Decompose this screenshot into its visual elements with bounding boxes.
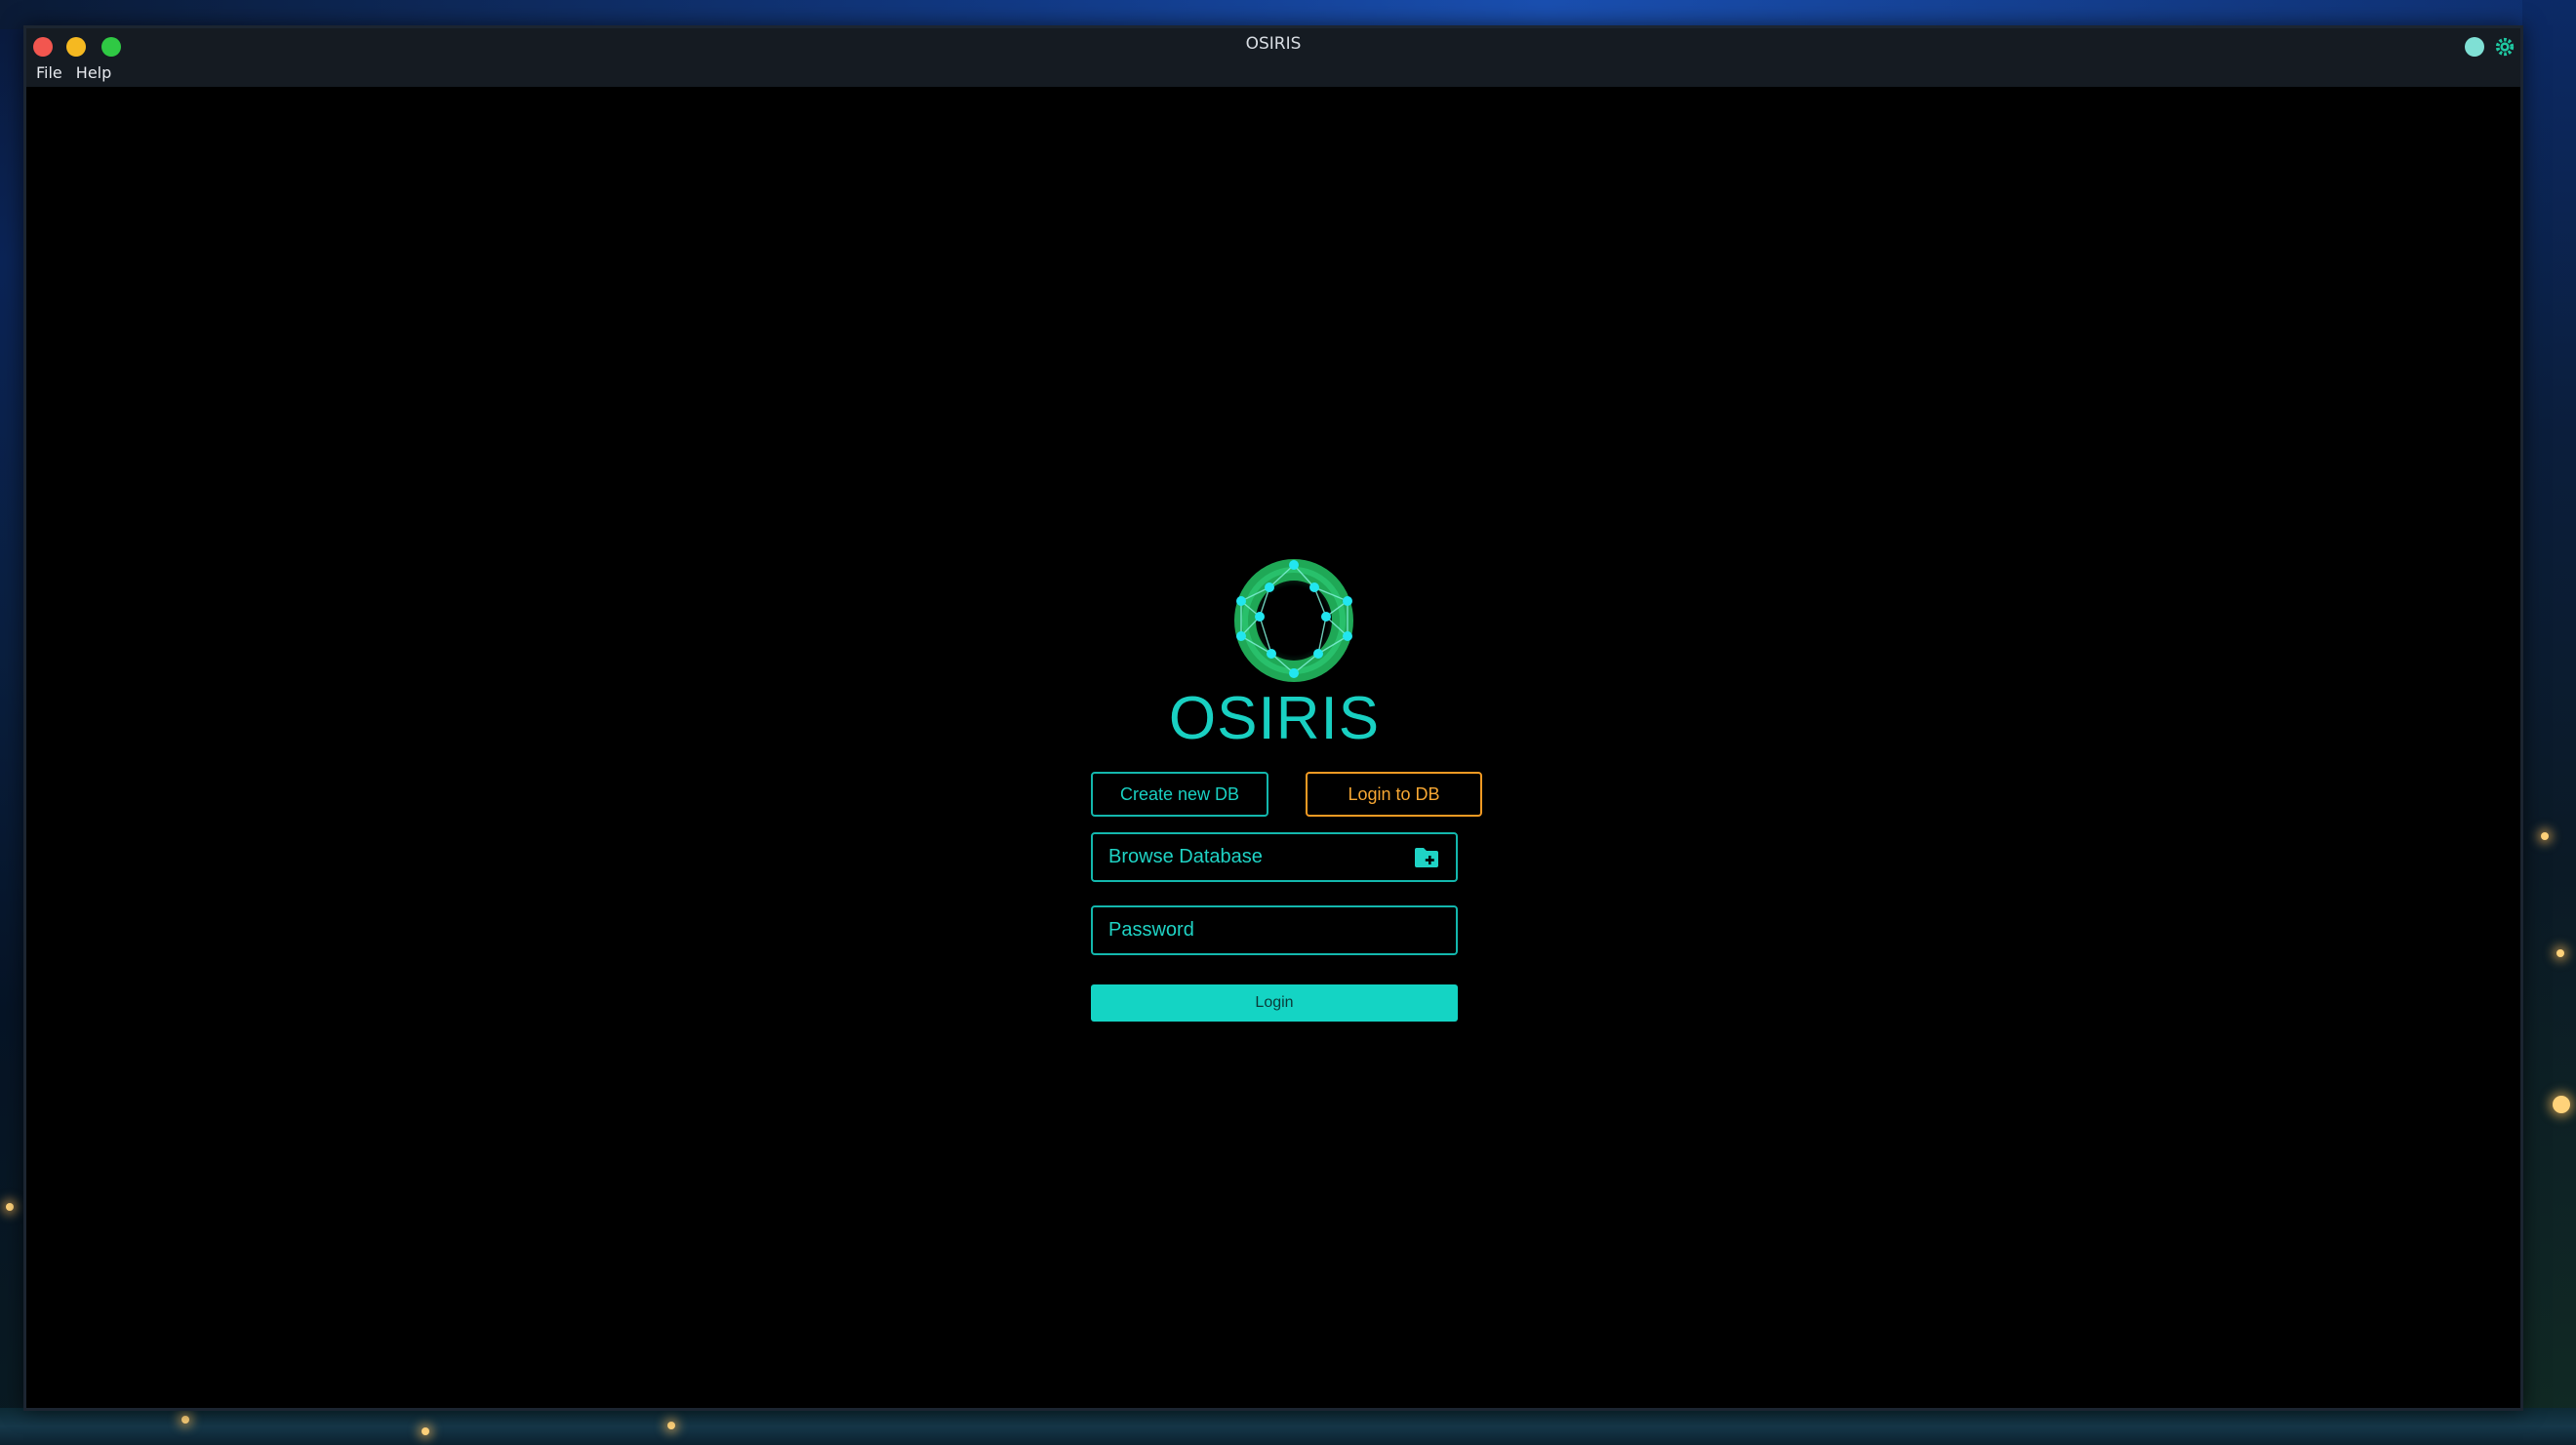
menu-file[interactable]: File <box>36 63 62 82</box>
create-new-db-button[interactable]: Create new DB <box>1091 772 1268 817</box>
folder-plus-icon[interactable] <box>1413 846 1440 869</box>
wallpaper-light <box>2541 832 2549 840</box>
wallpaper-light <box>667 1422 675 1429</box>
desktop-wallpaper-bottom <box>0 1408 2576 1445</box>
title-bar[interactable]: OSIRIS File Help <box>26 28 2520 87</box>
wallpaper-light <box>2553 1096 2570 1113</box>
login-submit-button[interactable]: Login <box>1091 984 1458 1022</box>
app-title: OSIRIS <box>1168 685 1381 752</box>
password-field[interactable] <box>1091 905 1458 955</box>
wallpaper-light <box>422 1427 429 1435</box>
desktop-wallpaper-edge <box>2522 0 2576 1445</box>
browse-database-label: Browse Database <box>1108 846 1263 867</box>
app-window: OSIRIS File Help OSIRIS Create new DB Lo… <box>23 25 2523 1411</box>
menu-bar: File Help <box>36 63 111 82</box>
password-input[interactable] <box>1108 919 1440 942</box>
main-content: OSIRIS Create new DB Login to DB Browse … <box>26 87 2520 1408</box>
wallpaper-light <box>2556 949 2564 957</box>
browse-database-field[interactable]: Browse Database <box>1091 832 1458 882</box>
login-to-db-button[interactable]: Login to DB <box>1306 772 1482 817</box>
db-mode-toggle: Create new DB Login to DB <box>1091 772 1482 817</box>
menu-help[interactable]: Help <box>76 63 111 82</box>
window-title: OSIRIS <box>1245 34 1302 54</box>
osiris-ring-logo <box>1233 559 1354 682</box>
status-dot-icon[interactable] <box>2465 37 2484 57</box>
wallpaper-light <box>181 1416 189 1424</box>
wallpaper-light <box>6 1203 14 1211</box>
gear-icon[interactable] <box>2494 36 2516 58</box>
